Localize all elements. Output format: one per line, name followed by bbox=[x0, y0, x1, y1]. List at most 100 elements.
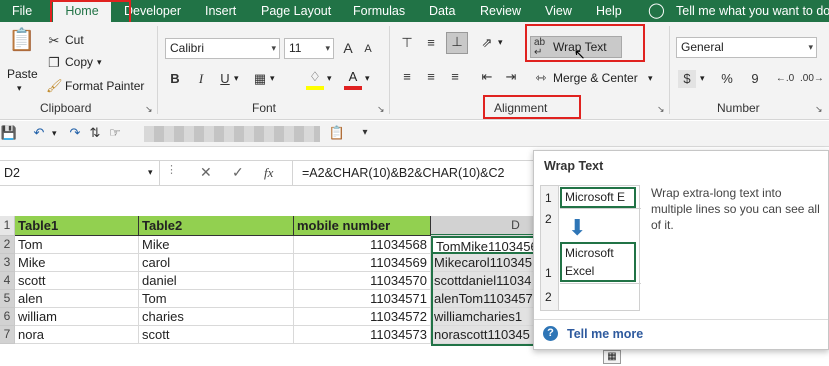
scissors-icon[interactable]: ✂ bbox=[46, 32, 62, 50]
cell-b3[interactable]: carol bbox=[139, 254, 294, 272]
tab-file[interactable]: File bbox=[12, 0, 32, 22]
cell-c3[interactable]: 11034569 bbox=[294, 254, 431, 272]
decrease-indent-icon[interactable]: ⇤ bbox=[478, 68, 496, 86]
align-right-icon[interactable]: ≡ bbox=[447, 68, 463, 86]
tab-formulas[interactable]: Formulas bbox=[353, 0, 405, 22]
cell-a6[interactable]: william bbox=[15, 308, 139, 326]
cell-c7[interactable]: 11034573 bbox=[294, 326, 431, 344]
cell-a2[interactable]: Tom bbox=[15, 236, 139, 254]
align-center-icon[interactable]: ≡ bbox=[423, 68, 439, 86]
font-color-icon[interactable]: A bbox=[344, 68, 362, 90]
font-name-dropdown[interactable]: Calibri ▾ bbox=[165, 38, 280, 59]
lightbulb-icon[interactable]: ◯ bbox=[648, 0, 665, 22]
cut-button[interactable]: Cut bbox=[65, 33, 84, 47]
insert-function-button[interactable]: fx bbox=[264, 165, 273, 181]
format-painter-icon[interactable]: 🖌 bbox=[46, 77, 63, 95]
align-top-icon[interactable]: ⊤ bbox=[399, 34, 415, 52]
currency-icon[interactable]: $ bbox=[678, 70, 696, 88]
header-cell-table2[interactable]: Table2 bbox=[139, 216, 294, 236]
tab-insert[interactable]: Insert bbox=[205, 0, 236, 22]
cell-c5[interactable]: 11034571 bbox=[294, 290, 431, 308]
chevron-down-icon[interactable]: ▾ bbox=[498, 37, 503, 48]
number-dialog-launcher-icon[interactable]: ↘ bbox=[815, 104, 823, 115]
chevron-down-icon[interactable]: ▾ bbox=[648, 73, 653, 84]
cell-b7[interactable]: scott bbox=[139, 326, 294, 344]
save-icon[interactable]: 💾 bbox=[0, 124, 18, 142]
paste-button[interactable]: Paste bbox=[7, 67, 38, 81]
tab-review[interactable]: Review bbox=[480, 0, 521, 22]
cell-c4[interactable]: 11034570 bbox=[294, 272, 431, 290]
undo-icon[interactable]: ↶ bbox=[30, 124, 48, 142]
format-painter-button[interactable]: Format Painter bbox=[65, 79, 144, 93]
tell-me-search[interactable]: Tell me what you want to do bbox=[676, 0, 829, 22]
formula-input[interactable]: =A2&CHAR(10)&B2&CHAR(10)&C2 bbox=[302, 161, 505, 185]
chevron-down-icon[interactable]: ▾ bbox=[270, 73, 275, 84]
increase-indent-icon[interactable]: ⇥ bbox=[502, 68, 520, 86]
chevron-down-icon[interactable]: ▾ bbox=[17, 83, 22, 94]
tab-view[interactable]: View bbox=[545, 0, 572, 22]
redo-icon[interactable]: ↷ bbox=[66, 124, 84, 142]
increase-decimal-icon[interactable]: ←.0 bbox=[775, 70, 795, 88]
copy-icon[interactable]: ❐ bbox=[46, 54, 62, 72]
help-icon[interactable]: ? bbox=[543, 326, 558, 341]
align-left-icon[interactable]: ≡ bbox=[399, 68, 415, 86]
cell-b2[interactable]: Mike bbox=[139, 236, 294, 254]
enter-icon[interactable]: ✓ bbox=[232, 164, 244, 181]
row-header[interactable]: 1 bbox=[0, 216, 15, 236]
name-box[interactable]: D2 bbox=[0, 161, 160, 185]
shrink-font-icon[interactable]: A bbox=[360, 40, 376, 58]
chevron-down-icon[interactable]: ▾ bbox=[234, 73, 239, 84]
cancel-icon[interactable]: ✕ bbox=[200, 164, 212, 181]
row-header[interactable]: 4 bbox=[0, 272, 15, 290]
tab-data[interactable]: Data bbox=[429, 0, 455, 22]
header-cell-mobile-number[interactable]: mobile number bbox=[294, 216, 431, 236]
chevron-down-icon[interactable]: ▾ bbox=[52, 128, 57, 139]
merge-center-button[interactable]: Merge & Center bbox=[553, 71, 638, 85]
row-header[interactable]: 6 bbox=[0, 308, 15, 326]
underline-button[interactable]: U bbox=[218, 70, 232, 88]
borders-icon[interactable]: ▦ bbox=[252, 70, 268, 88]
cell-a5[interactable]: alen bbox=[15, 290, 139, 308]
cell-c2[interactable]: 11034568 bbox=[294, 236, 431, 254]
paste-icon[interactable]: 📋 bbox=[8, 29, 35, 57]
clipboard-icon[interactable]: 📋 bbox=[328, 124, 346, 142]
percent-button[interactable]: % bbox=[719, 70, 735, 88]
comma-style-button[interactable]: 9 bbox=[747, 70, 763, 88]
row-header[interactable]: 3 bbox=[0, 254, 15, 272]
touch-mode-icon[interactable]: ☞ bbox=[106, 124, 124, 142]
row-header[interactable]: 7 bbox=[0, 326, 15, 344]
chevron-down-icon[interactable]: ▾ bbox=[148, 167, 153, 178]
clipboard-dialog-launcher-icon[interactable]: ↘ bbox=[145, 104, 153, 115]
cell-b6[interactable]: charies bbox=[139, 308, 294, 326]
cell-a4[interactable]: scott bbox=[15, 272, 139, 290]
sort-icon[interactable]: ⇅ bbox=[86, 124, 104, 142]
tab-page-layout[interactable]: Page Layout bbox=[261, 0, 331, 22]
number-format-dropdown[interactable]: General ▾ bbox=[676, 37, 817, 58]
chevron-down-icon[interactable]: ▾ bbox=[97, 57, 102, 68]
copy-button[interactable]: Copy bbox=[65, 55, 93, 69]
cell-b4[interactable]: daniel bbox=[139, 272, 294, 290]
chevron-down-icon[interactable]: ▾ bbox=[327, 73, 332, 84]
cell-a3[interactable]: Mike bbox=[15, 254, 139, 272]
font-dialog-launcher-icon[interactable]: ↘ bbox=[377, 104, 385, 115]
customize-qat-icon[interactable]: ▾ bbox=[356, 124, 374, 142]
fill-color-icon[interactable]: ♢ bbox=[306, 68, 324, 90]
grow-font-icon[interactable]: A bbox=[340, 39, 356, 57]
chevron-down-icon[interactable]: ▾ bbox=[365, 73, 370, 84]
decrease-decimal-icon[interactable]: .00→ bbox=[800, 70, 824, 88]
italic-button[interactable]: I bbox=[194, 70, 208, 88]
cell-a7[interactable]: nora bbox=[15, 326, 139, 344]
align-middle-icon[interactable]: ≡ bbox=[423, 34, 439, 52]
row-header[interactable]: 2 bbox=[0, 236, 15, 254]
merge-center-icon[interactable]: ⇿ bbox=[533, 69, 549, 87]
quick-analysis-icon[interactable]: ▦ bbox=[603, 350, 621, 364]
cell-b5[interactable]: Tom bbox=[139, 290, 294, 308]
tab-help[interactable]: Help bbox=[596, 0, 622, 22]
alignment-dialog-launcher-icon[interactable]: ↘ bbox=[657, 104, 665, 115]
chevron-down-icon[interactable]: ▾ bbox=[700, 73, 705, 84]
align-bottom-icon[interactable]: ⊥ bbox=[446, 32, 468, 54]
bold-button[interactable]: B bbox=[168, 70, 182, 88]
font-size-dropdown[interactable]: 11 ▾ bbox=[284, 38, 334, 59]
row-header[interactable]: 5 bbox=[0, 290, 15, 308]
header-cell-table1[interactable]: Table1 bbox=[15, 216, 139, 236]
